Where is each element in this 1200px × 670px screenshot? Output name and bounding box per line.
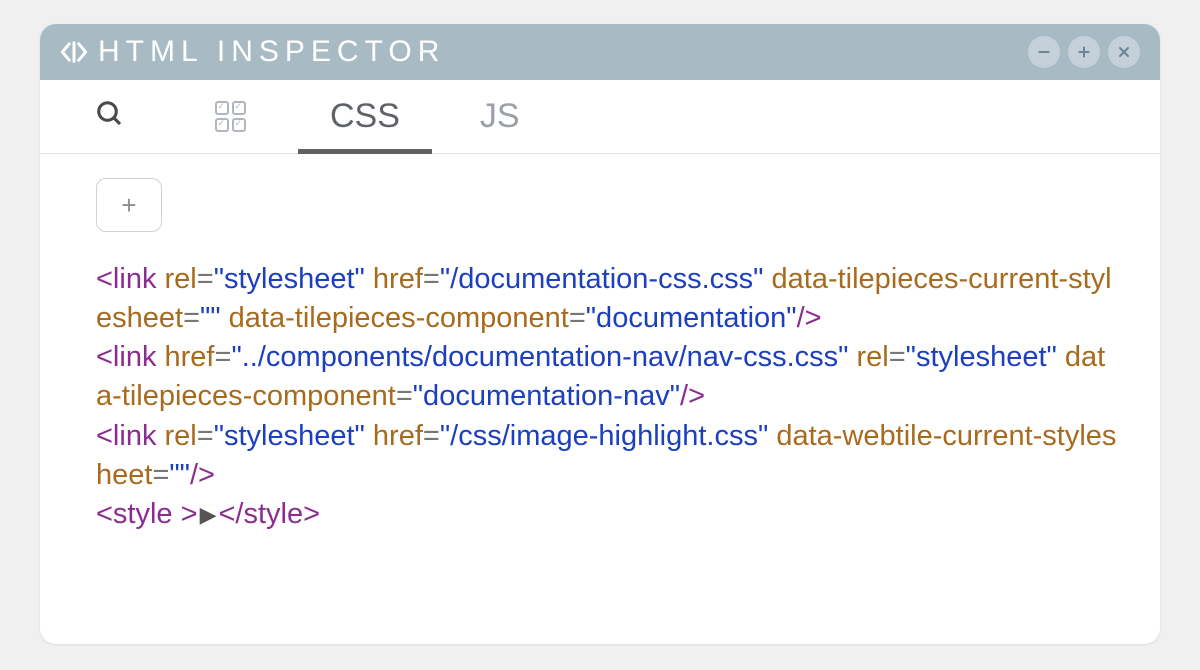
minimize-button[interactable] bbox=[1028, 36, 1060, 68]
code-icon bbox=[60, 38, 88, 66]
code-view[interactable]: <link rel="stylesheet" href="/documentat… bbox=[96, 260, 1120, 534]
titlebar: HTML INSPECTOR bbox=[40, 24, 1160, 80]
tab-css[interactable]: CSS bbox=[290, 80, 440, 153]
content-area: + <link rel="stylesheet" href="/document… bbox=[40, 154, 1160, 644]
panel-title: HTML INSPECTOR bbox=[98, 35, 445, 69]
tab-css-label: CSS bbox=[330, 97, 400, 136]
add-button[interactable]: + bbox=[96, 178, 162, 232]
search-button[interactable] bbox=[50, 80, 170, 153]
inspector-panel: HTML INSPECTOR CSS bbox=[40, 24, 1160, 644]
maximize-button[interactable] bbox=[1068, 36, 1100, 68]
plus-icon: + bbox=[121, 190, 136, 221]
toolbar: CSS JS bbox=[40, 80, 1160, 154]
search-icon bbox=[95, 99, 125, 134]
tab-js[interactable]: JS bbox=[440, 80, 560, 153]
close-button[interactable] bbox=[1108, 36, 1140, 68]
expand-icon[interactable]: ▶ bbox=[200, 500, 217, 530]
view-options-button[interactable] bbox=[170, 80, 290, 153]
grid-icon bbox=[215, 101, 246, 132]
tab-js-label: JS bbox=[480, 97, 520, 136]
